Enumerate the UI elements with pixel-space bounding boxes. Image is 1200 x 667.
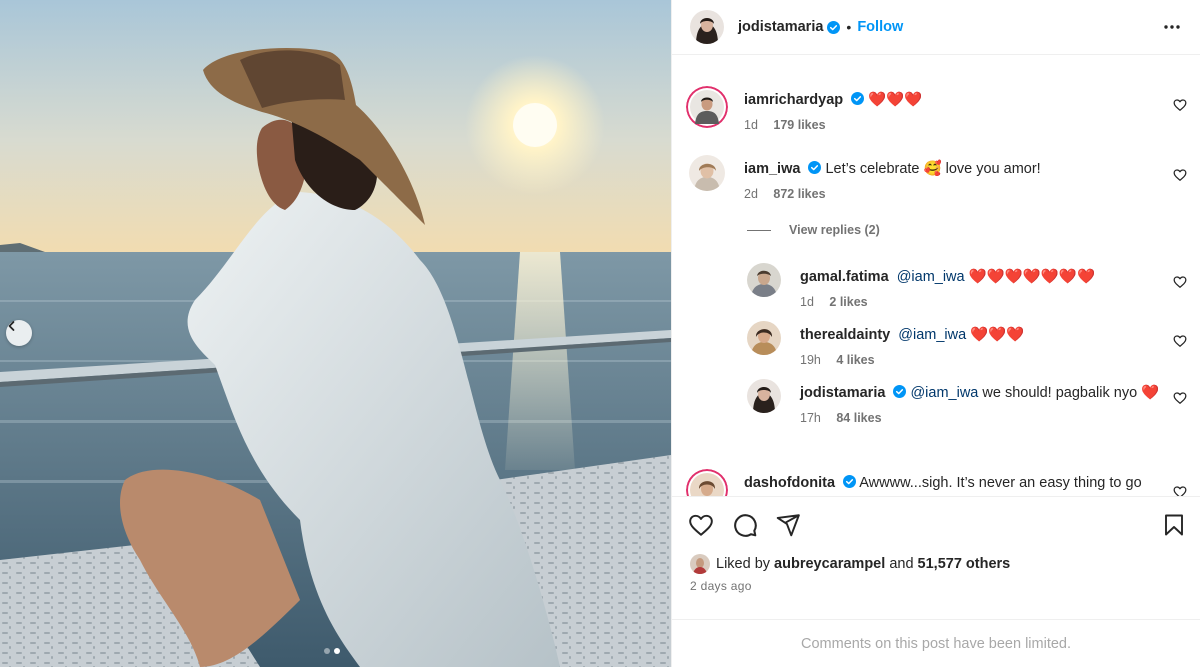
- comment-item: iam_iwa Let’s celebrate 🥰 love you amor!…: [686, 155, 1200, 201]
- reply-mention[interactable]: @iam_iwa: [910, 385, 978, 401]
- liked-by-and: and: [889, 556, 914, 572]
- comment-text: Let’s celebrate 🥰 love you amor!: [825, 161, 1041, 177]
- reply-text: ❤️❤️❤️❤️❤️❤️❤️: [968, 269, 1096, 285]
- reply-likes[interactable]: 84 likes: [836, 411, 881, 425]
- heart-icon[interactable]: [1173, 275, 1187, 289]
- liked-by-text: Liked by aubreycarampel and 51,577 other…: [716, 556, 1010, 572]
- comment-likes[interactable]: 179 likes: [773, 118, 825, 132]
- reply-text: we should! pagbalik nyo ❤️: [982, 385, 1160, 401]
- verified-icon: [827, 20, 841, 34]
- photo-image: [0, 0, 671, 667]
- post-side-panel: jodistamaria • Follow iamrichardyap ❤️❤️…: [671, 0, 1200, 667]
- carousel-indicator: [324, 648, 340, 654]
- reply-mention[interactable]: @iam_iwa: [898, 327, 966, 343]
- liked-by-user[interactable]: aubreycarampel: [774, 556, 885, 572]
- chevron-left-icon: [8, 321, 15, 331]
- reply-username[interactable]: therealdainty: [800, 327, 890, 343]
- reply-time[interactable]: 1d: [800, 295, 814, 309]
- comment-username[interactable]: iamrichardyap: [744, 92, 843, 108]
- replier-avatar[interactable]: [747, 379, 781, 413]
- reply-username[interactable]: gamal.fatima: [800, 269, 889, 285]
- reply-item: jodistamaria @iam_iwa we should! pagbali…: [747, 379, 1200, 425]
- owner-username[interactable]: jodistamaria: [738, 19, 823, 35]
- comment-body: iam_iwa Let’s celebrate 🥰 love you amor!…: [744, 155, 1200, 201]
- reply-text: ❤️❤️❤️: [970, 327, 1025, 343]
- comment-item: dashofdonita Awwww...sigh. It’s never an…: [686, 469, 1200, 496]
- verified-icon: [808, 161, 822, 174]
- carousel-dot: [324, 648, 330, 654]
- replier-avatar[interactable]: [747, 321, 781, 355]
- post-header: jodistamaria • Follow: [672, 0, 1200, 55]
- comments-list: iamrichardyap ❤️❤️❤️ 1d 179 likes iam_iw…: [672, 55, 1200, 496]
- comment-text: Awwww...sigh. It’s never an easy thing t…: [859, 475, 1142, 491]
- comment-text: ❤️❤️❤️: [868, 92, 923, 108]
- heart-icon[interactable]: [688, 512, 714, 538]
- view-replies-line: [747, 229, 771, 231]
- reply-body: gamal.fatima @iam_iwa ❤️❤️❤️❤️❤️❤️❤️ 1d …: [800, 263, 1200, 309]
- liked-by-others[interactable]: 51,577 others: [918, 556, 1011, 572]
- comment-likes[interactable]: 872 likes: [773, 187, 825, 201]
- reply-likes[interactable]: 4 likes: [836, 353, 874, 367]
- reply-time[interactable]: 19h: [800, 353, 821, 367]
- post-photo: [0, 0, 671, 667]
- header-separator: •: [846, 19, 852, 35]
- reply-item: therealdainty @iam_iwa ❤️❤️❤️ 19h 4 like…: [747, 321, 1200, 367]
- heart-icon[interactable]: [1173, 334, 1187, 348]
- liked-by: Liked by aubreycarampel and 51,577 other…: [690, 554, 1010, 574]
- more-horizontal-icon[interactable]: [1162, 17, 1182, 37]
- comment-username[interactable]: dashofdonita: [744, 475, 835, 491]
- owner-avatar[interactable]: [690, 10, 724, 44]
- comment-time[interactable]: 1d: [744, 118, 758, 132]
- verified-icon: [843, 475, 857, 488]
- post-timestamp[interactable]: 2 days ago: [690, 579, 752, 593]
- reply-body: therealdainty @iam_iwa ❤️❤️❤️ 19h 4 like…: [800, 321, 1200, 367]
- bookmark-icon[interactable]: [1162, 512, 1186, 538]
- comment-username[interactable]: iam_iwa: [744, 161, 800, 177]
- comment-icon[interactable]: [732, 512, 758, 538]
- commenter-avatar[interactable]: [689, 155, 725, 191]
- liker-avatar[interactable]: [690, 554, 710, 574]
- heart-icon[interactable]: [1173, 391, 1187, 405]
- view-replies-label: View replies (2): [789, 223, 880, 237]
- follow-button[interactable]: Follow: [857, 19, 903, 35]
- heart-icon[interactable]: [1173, 485, 1187, 496]
- reply-mention[interactable]: @iam_iwa: [897, 269, 965, 285]
- commenter-avatar[interactable]: [686, 86, 728, 128]
- replier-avatar[interactable]: [747, 263, 781, 297]
- view-replies-button[interactable]: View replies (2): [747, 223, 880, 237]
- carousel-dot-active: [334, 648, 340, 654]
- verified-icon: [893, 385, 907, 398]
- reply-time[interactable]: 17h: [800, 411, 821, 425]
- comment-time[interactable]: 2d: [744, 187, 758, 201]
- comments-limited-notice: Comments on this post have been limited.: [672, 619, 1200, 667]
- reply-likes[interactable]: 2 likes: [829, 295, 867, 309]
- reply-username[interactable]: jodistamaria: [800, 385, 885, 401]
- heart-icon[interactable]: [1173, 98, 1187, 112]
- liked-by-prefix: Liked by: [716, 556, 771, 572]
- verified-icon: [851, 92, 865, 105]
- comment-body: iamrichardyap ❤️❤️❤️ 1d 179 likes: [744, 86, 1200, 132]
- reply-item: gamal.fatima @iam_iwa ❤️❤️❤️❤️❤️❤️❤️ 1d …: [747, 263, 1200, 309]
- post-actions: [672, 496, 1200, 546]
- carousel-prev-button[interactable]: [6, 320, 32, 346]
- comment-body: dashofdonita Awwww...sigh. It’s never an…: [744, 469, 1200, 496]
- share-icon[interactable]: [775, 512, 801, 538]
- commenter-avatar[interactable]: [686, 469, 728, 496]
- comment-item: iamrichardyap ❤️❤️❤️ 1d 179 likes: [686, 86, 1200, 132]
- reply-body: jodistamaria @iam_iwa we should! pagbali…: [800, 379, 1200, 425]
- heart-icon[interactable]: [1173, 168, 1187, 182]
